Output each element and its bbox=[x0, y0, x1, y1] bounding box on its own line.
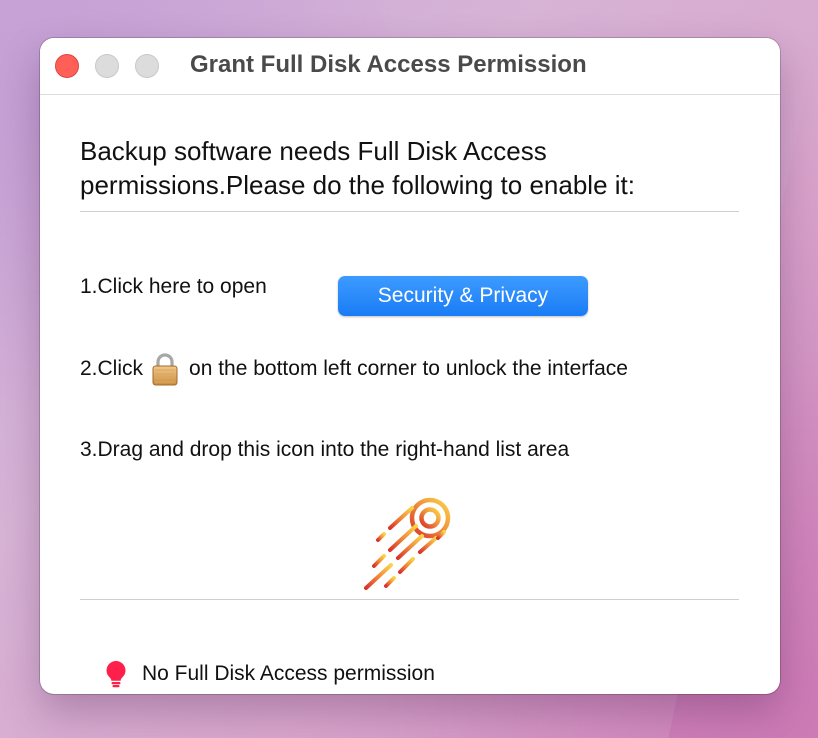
top-divider bbox=[80, 211, 739, 212]
step-2-suffix: on the bottom left corner to unlock the … bbox=[189, 357, 628, 380]
step-1-text: 1.Click here to open bbox=[80, 275, 267, 298]
intro-text: Backup software needs Full Disk Access p… bbox=[80, 134, 740, 202]
permission-window: Grant Full Disk Access Permission Backup… bbox=[40, 38, 780, 694]
close-window-button[interactable] bbox=[55, 54, 79, 78]
step-2-prefix: 2.Click bbox=[80, 357, 144, 380]
minimize-window-button[interactable] bbox=[95, 54, 119, 78]
status-text: No Full Disk Access permission bbox=[142, 662, 435, 685]
comet-app-icon[interactable] bbox=[360, 496, 456, 592]
lightbulb-icon bbox=[106, 661, 126, 688]
window-title: Grant Full Disk Access Permission bbox=[190, 51, 587, 78]
permission-status: No Full Disk Access permission bbox=[105, 660, 435, 688]
padlock-icon bbox=[152, 353, 178, 386]
title-bar: Grant Full Disk Access Permission bbox=[40, 38, 780, 95]
security-privacy-button[interactable]: Security & Privacy bbox=[338, 276, 588, 316]
step-3: 3.Drag and drop this icon into the right… bbox=[80, 438, 569, 462]
step-1: 1.Click here to open bbox=[80, 275, 267, 299]
step-2: 2.Click on the bottom left corner to unl… bbox=[80, 352, 628, 386]
intro-line-2: permissions.Please do the following to e… bbox=[80, 170, 635, 200]
step-3-text: 3.Drag and drop this icon into the right… bbox=[80, 438, 570, 461]
bottom-divider bbox=[80, 599, 739, 600]
intro-line-1: Backup software needs Full Disk Access bbox=[80, 136, 547, 166]
zoom-window-button[interactable] bbox=[135, 54, 159, 78]
